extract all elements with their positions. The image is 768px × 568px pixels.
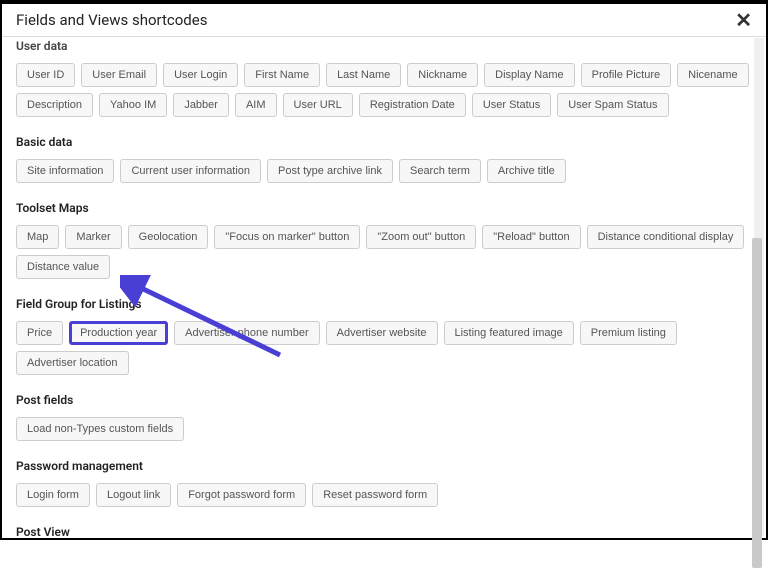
fieldgroup-row: Price Production year Advertiser phone n… (16, 321, 752, 375)
btn-listing-featured-image[interactable]: Listing featured image (444, 321, 574, 345)
btn-archive-title[interactable]: Archive title (487, 159, 566, 183)
section-title-postfields: Post fields (16, 393, 752, 407)
btn-profile-picture[interactable]: Profile Picture (581, 63, 671, 87)
btn-reload[interactable]: "Reload" button (482, 225, 580, 249)
btn-aim[interactable]: AIM (235, 93, 277, 117)
btn-zoom-out[interactable]: "Zoom out" button (366, 225, 476, 249)
btn-logout-link[interactable]: Logout link (96, 483, 171, 507)
btn-site-information[interactable]: Site information (16, 159, 114, 183)
btn-yahoo-im[interactable]: Yahoo IM (99, 93, 167, 117)
btn-login-form[interactable]: Login form (16, 483, 90, 507)
btn-geolocation[interactable]: Geolocation (128, 225, 209, 249)
modal-header: Fields and Views shortcodes ✕ (2, 4, 766, 37)
btn-nicename[interactable]: Nicename (677, 63, 749, 87)
btn-advertiser-location[interactable]: Advertiser location (16, 351, 129, 375)
postfields-row: Load non-Types custom fields (16, 417, 752, 441)
btn-marker[interactable]: Marker (65, 225, 121, 249)
btn-jabber[interactable]: Jabber (173, 93, 229, 117)
userdata-row1: User ID User Email User Login First Name… (16, 63, 752, 117)
section-title-fieldgroup: Field Group for Listings (16, 297, 752, 311)
section-title-toolsetmaps: Toolset Maps (16, 201, 752, 215)
modal-body: User data User ID User Email User Login … (2, 37, 766, 537)
btn-reset-password[interactable]: Reset password form (312, 483, 438, 507)
btn-user-id[interactable]: User ID (16, 63, 75, 87)
btn-last-name[interactable]: Last Name (326, 63, 401, 87)
basicdata-row: Site information Current user informatio… (16, 159, 752, 183)
btn-distance-value[interactable]: Distance value (16, 255, 110, 279)
btn-search-term[interactable]: Search term (399, 159, 481, 183)
btn-premium-listing[interactable]: Premium listing (580, 321, 677, 345)
btn-user-url[interactable]: User URL (283, 93, 353, 117)
btn-display-name[interactable]: Display Name (484, 63, 574, 87)
password-row: Login form Logout link Forgot password f… (16, 483, 752, 507)
btn-first-name[interactable]: First Name (244, 63, 320, 87)
modal-title: Fields and Views shortcodes (16, 11, 207, 29)
btn-user-spam-status[interactable]: User Spam Status (557, 93, 668, 117)
btn-focus-marker[interactable]: "Focus on marker" button (214, 225, 360, 249)
btn-distance-conditional[interactable]: Distance conditional display (587, 225, 745, 249)
btn-price[interactable]: Price (16, 321, 63, 345)
btn-nickname[interactable]: Nickname (407, 63, 478, 87)
btn-map[interactable]: Map (16, 225, 59, 249)
close-icon[interactable]: ✕ (735, 10, 752, 30)
toolsetmaps-row: Map Marker Geolocation "Focus on marker"… (16, 225, 752, 279)
section-title-password: Password management (16, 459, 752, 473)
shortcodes-modal: Fields and Views shortcodes ✕ User data … (0, 0, 768, 540)
btn-advertiser-phone[interactable]: Advertiser phone number (174, 321, 320, 345)
btn-production-year[interactable]: Production year (69, 321, 168, 345)
btn-current-user-info[interactable]: Current user information (120, 159, 261, 183)
btn-advertiser-website[interactable]: Advertiser website (326, 321, 438, 345)
btn-post-type-archive-link[interactable]: Post type archive link (267, 159, 393, 183)
btn-load-nontypes[interactable]: Load non-Types custom fields (16, 417, 184, 441)
section-title-basicdata: Basic data (16, 135, 752, 149)
btn-user-email[interactable]: User Email (81, 63, 157, 87)
btn-description[interactable]: Description (16, 93, 93, 117)
section-title-userdata: User data (16, 39, 752, 53)
btn-registration-date[interactable]: Registration Date (359, 93, 466, 117)
btn-user-login[interactable]: User Login (163, 63, 238, 87)
section-title-postview: Post View (16, 525, 752, 537)
btn-forgot-password[interactable]: Forgot password form (177, 483, 306, 507)
btn-user-status[interactable]: User Status (472, 93, 551, 117)
